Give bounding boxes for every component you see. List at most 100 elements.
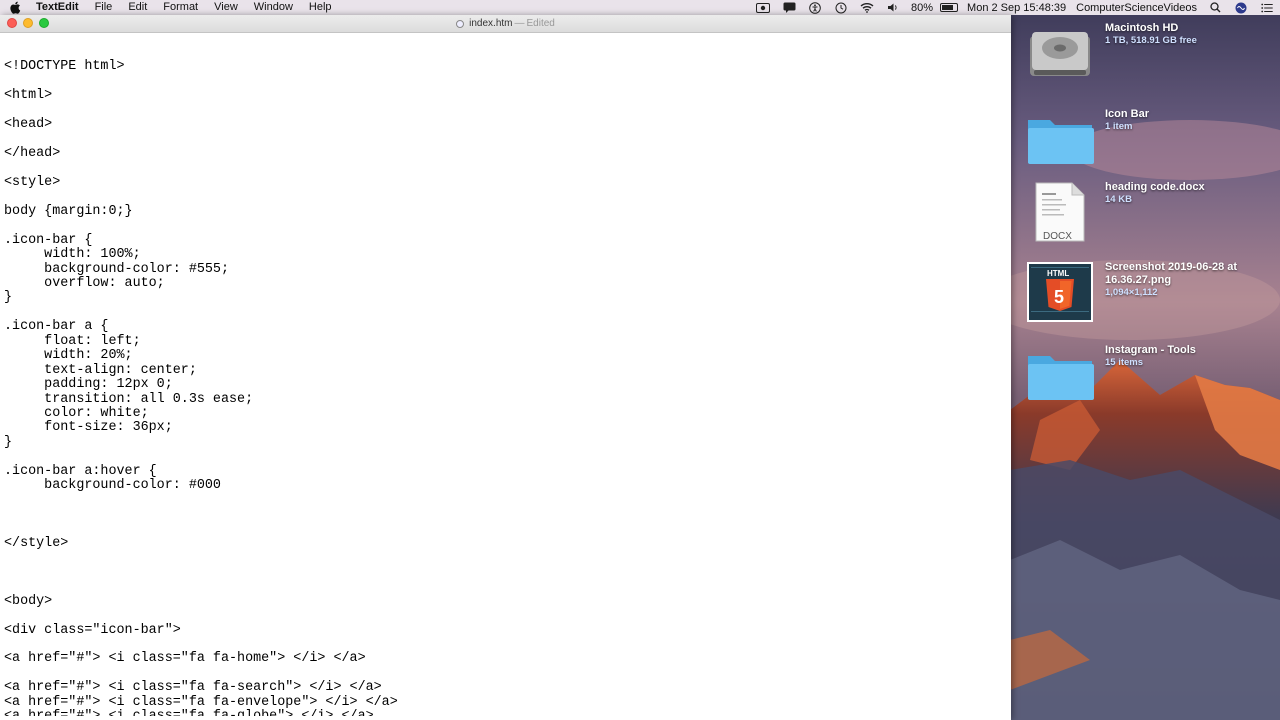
desktop-item[interactable]: DOCX heading code.docx 14 KB <box>1026 181 1276 243</box>
menu-app-name[interactable]: TextEdit <box>36 0 79 15</box>
code-line[interactable]: float: left; <box>4 334 1004 349</box>
desktop-item-name[interactable]: Icon Bar <box>1105 108 1275 121</box>
code-line[interactable] <box>4 190 1004 204</box>
window-titlebar[interactable]: index.htm — Edited <box>0 15 1011 33</box>
close-button[interactable] <box>7 18 17 28</box>
code-line[interactable]: .icon-bar a { <box>4 319 1004 334</box>
code-line[interactable]: width: 100%; <box>4 247 1004 262</box>
code-line[interactable] <box>4 508 1004 522</box>
status-area: 80% Mon 2 Sep 15:48:39 ComputerScienceVi… <box>750 0 1280 15</box>
user-name[interactable]: ComputerScienceVideos <box>1076 2 1197 14</box>
code-line[interactable]: <style> <box>4 175 1004 190</box>
document-proxy-icon[interactable] <box>456 19 465 28</box>
screen-recording-icon[interactable] <box>756 2 771 13</box>
textedit-window: index.htm — Edited <!DOCTYPE html> <html>… <box>0 15 1011 720</box>
wifi-icon[interactable] <box>860 2 874 13</box>
code-line[interactable]: text-align: center; <box>4 363 1004 378</box>
desktop-item[interactable]: Macintosh HD 1 TB, 518.91 GB free <box>1026 22 1276 84</box>
svg-text:HTML: HTML <box>1047 269 1069 278</box>
docx-file-icon[interactable]: DOCX <box>1026 181 1094 243</box>
code-line[interactable] <box>4 494 1004 508</box>
code-line[interactable]: <body> <box>4 594 1004 609</box>
code-line[interactable]: width: 20%; <box>4 348 1004 363</box>
html5-screenshot-icon[interactable]: HTML 5 <box>1026 261 1094 323</box>
menu-file[interactable]: File <box>95 0 113 15</box>
code-line[interactable]: <a href="#"> <i class="fa fa-globe"> </i… <box>4 709 1004 716</box>
spotlight-search-icon[interactable] <box>1208 2 1222 13</box>
accessibility-icon[interactable] <box>808 1 822 14</box>
code-line[interactable]: background-color: #000 <box>4 478 1004 493</box>
code-line[interactable] <box>4 104 1004 118</box>
code-line[interactable]: } <box>4 435 1004 450</box>
code-line[interactable] <box>4 638 1004 652</box>
notification-center-icon[interactable] <box>1260 2 1274 13</box>
code-line[interactable] <box>4 609 1004 623</box>
menu-help[interactable]: Help <box>309 0 332 15</box>
code-line[interactable]: padding: 12px 0; <box>4 377 1004 392</box>
zoom-button[interactable] <box>39 18 49 28</box>
desktop-item-name[interactable]: Macintosh HD <box>1105 22 1275 35</box>
minimize-button[interactable] <box>23 18 33 28</box>
svg-text:5: 5 <box>1054 287 1064 307</box>
code-line[interactable]: </style> <box>4 536 1004 551</box>
code-line[interactable] <box>4 580 1004 594</box>
code-line[interactable] <box>4 133 1004 147</box>
desktop-item-info: 1,094×1,112 <box>1105 287 1158 298</box>
code-line[interactable]: <a href="#"> <i class="fa fa-search"> </… <box>4 680 1004 695</box>
code-line[interactable] <box>4 551 1004 565</box>
hard-drive-icon[interactable] <box>1026 22 1094 84</box>
window-controls <box>7 18 55 28</box>
code-line[interactable]: color: white; <box>4 406 1004 421</box>
apple-menu-icon[interactable] <box>10 1 22 14</box>
code-line[interactable] <box>4 75 1004 89</box>
code-line[interactable]: body {margin:0;} <box>4 204 1004 219</box>
code-line[interactable]: .icon-bar a:hover { <box>4 464 1004 479</box>
code-line[interactable]: transition: all 0.3s ease; <box>4 392 1004 407</box>
code-line[interactable]: background-color: #555; <box>4 262 1004 277</box>
desktop-item-info: 14 KB <box>1105 194 1132 205</box>
clock[interactable]: Mon 2 Sep 15:48:39 <box>967 2 1066 14</box>
code-line[interactable] <box>4 219 1004 233</box>
code-line[interactable]: <a href="#"> <i class="fa fa-envelope"> … <box>4 695 1004 710</box>
edited-status: Edited <box>526 18 555 29</box>
code-line[interactable]: overflow: auto; <box>4 276 1004 291</box>
code-line[interactable] <box>4 162 1004 176</box>
desktop-item[interactable]: HTML 5 Screenshot 2019-06-28 at 16.36.27.p… <box>1026 261 1276 323</box>
code-line[interactable] <box>4 522 1004 536</box>
code-line[interactable]: <div class="icon-bar"> <box>4 623 1004 638</box>
battery-icon[interactable] <box>940 3 959 12</box>
menu-edit[interactable]: Edit <box>128 0 147 15</box>
code-line[interactable]: <head> <box>4 117 1004 132</box>
desktop-item-name[interactable]: Instagram - Tools <box>1105 344 1275 357</box>
volume-icon[interactable] <box>886 2 900 13</box>
code-line[interactable]: <html> <box>4 88 1004 103</box>
folder-icon[interactable] <box>1026 108 1094 170</box>
battery-percent: 80% <box>911 1 934 14</box>
code-line[interactable] <box>4 306 1004 320</box>
desktop-item-name[interactable]: heading code.docx <box>1105 181 1275 194</box>
svg-text:DOCX: DOCX <box>1043 231 1072 242</box>
code-line[interactable] <box>4 667 1004 681</box>
folder-icon[interactable] <box>1026 344 1094 406</box>
menu-format[interactable]: Format <box>163 0 198 15</box>
code-line[interactable] <box>4 566 1004 580</box>
menu-window[interactable]: Window <box>254 0 293 15</box>
code-line[interactable]: <!DOCTYPE html> <box>4 59 1004 74</box>
code-line[interactable]: font-size: 36px; <box>4 420 1004 435</box>
messages-icon[interactable] <box>782 2 796 13</box>
code-line[interactable]: <a href="#"> <i class="fa fa-home"> </i>… <box>4 651 1004 666</box>
code-line[interactable]: </head> <box>4 146 1004 161</box>
desktop-item-info: 1 TB, 518.91 GB free <box>1105 35 1197 46</box>
code-line[interactable] <box>4 46 1004 60</box>
code-line[interactable]: } <box>4 290 1004 305</box>
desktop-item[interactable]: Icon Bar 1 item <box>1026 108 1276 170</box>
code-line[interactable] <box>4 450 1004 464</box>
desktop-item[interactable]: Instagram - Tools 15 items <box>1026 344 1276 406</box>
siri-icon[interactable] <box>1234 2 1248 13</box>
text-editor[interactable]: <!DOCTYPE html> <html> <head> </head> <style… <box>4 46 1004 716</box>
desktop-item-info: 15 items <box>1105 357 1144 368</box>
desktop-item-name[interactable]: Screenshot 2019-06-28 at 16.36.27.png <box>1105 261 1265 287</box>
code-line[interactable]: .icon-bar { <box>4 233 1004 248</box>
time-machine-icon[interactable] <box>834 2 848 13</box>
menu-view[interactable]: View <box>214 0 238 15</box>
